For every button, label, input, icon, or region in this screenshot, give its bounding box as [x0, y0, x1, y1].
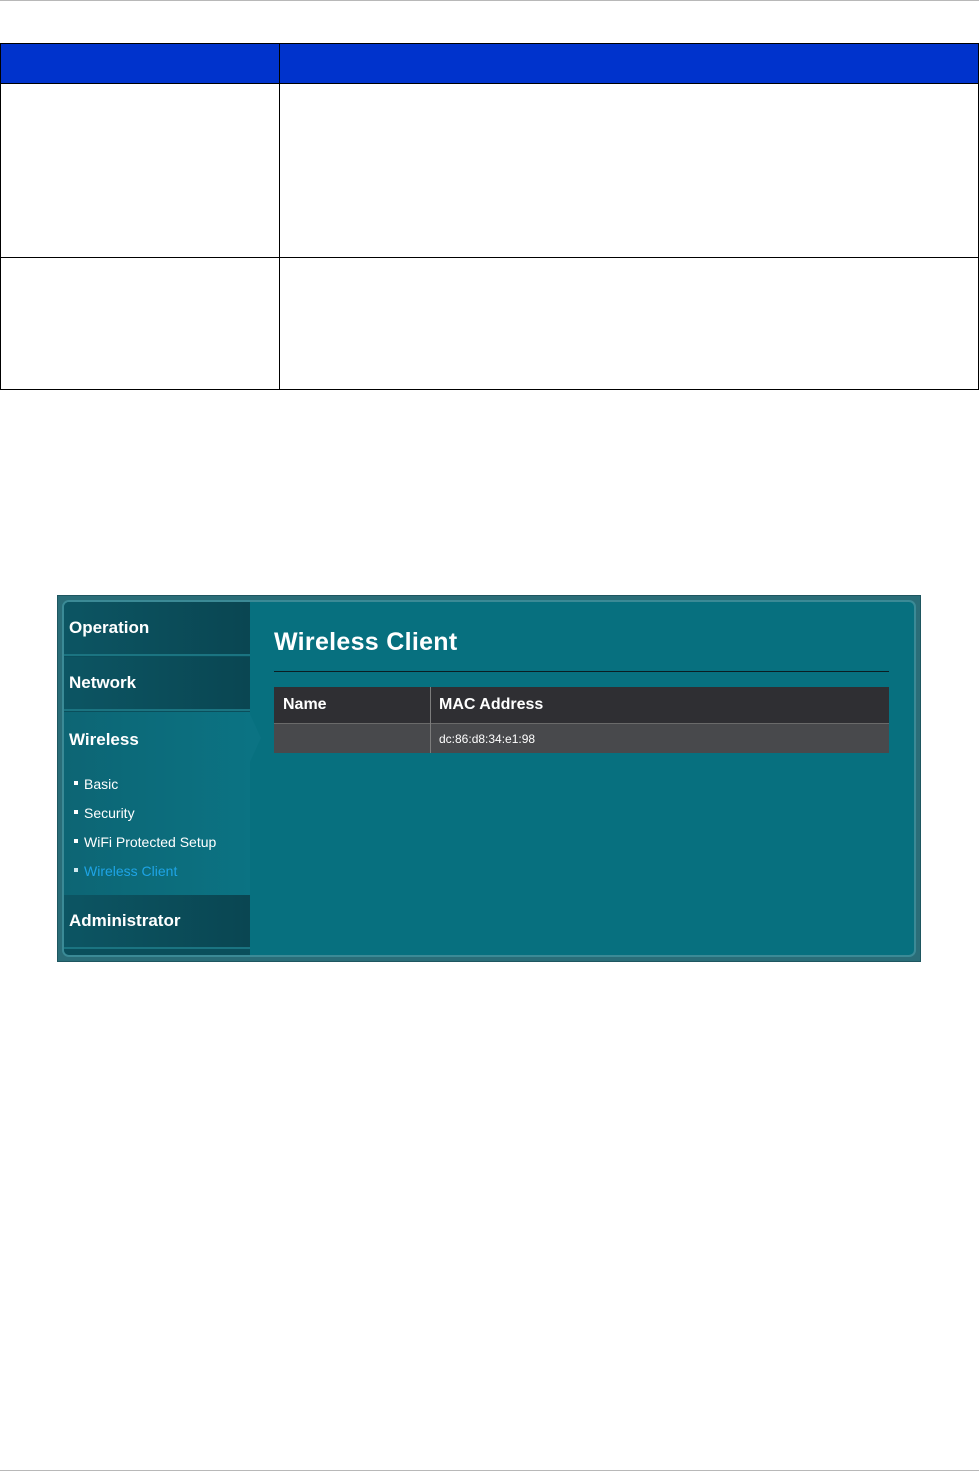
nav-wireless-security[interactable]: Security: [74, 805, 135, 821]
nav-wireless-basic[interactable]: Basic: [74, 776, 118, 792]
nav-wireless-security-label: Security: [84, 805, 135, 821]
document-table: [0, 43, 979, 390]
column-header-name: Name: [283, 696, 327, 713]
document-table-header: [1, 44, 978, 84]
nav-administrator-label: Administrator: [69, 911, 181, 930]
table-row: dc:86:d8:34:e1:98: [274, 723, 889, 753]
sidebar: Operation Network Wireless Basic Securit…: [64, 602, 250, 955]
nav-network-label: Network: [69, 673, 137, 692]
column-header-mac-address: MAC Address: [439, 696, 544, 713]
cell-mac-address: dc:86:d8:34:e1:98: [439, 732, 536, 746]
column-divider: [279, 84, 280, 389]
router-ui-panel: Operation Network Wireless Basic Securit…: [62, 600, 916, 957]
page-title: Wireless Client: [274, 628, 458, 656]
page-top-rule: [0, 0, 979, 1]
bullet-icon: [74, 839, 78, 844]
title-divider: [274, 671, 889, 672]
table-column-divider: [430, 687, 431, 753]
nav-operation-label: Operation: [69, 618, 150, 637]
wireless-client-table: Name MAC Address dc:86:d8:34:e1:98: [274, 687, 889, 753]
bullet-icon: [74, 781, 78, 786]
table-header-row: Name MAC Address: [274, 687, 889, 723]
nav-wireless-client[interactable]: Wireless Client: [74, 863, 177, 879]
nav-wireless-section: Wireless Basic Security WiFi Protected S…: [64, 712, 250, 895]
page-bottom-rule: [0, 1470, 979, 1471]
active-section-arrow-icon: [250, 714, 261, 762]
nav-wireless-wps[interactable]: WiFi Protected Setup: [74, 834, 216, 850]
row-divider: [1, 257, 978, 258]
nav-wireless-client-label: Wireless Client: [84, 863, 178, 879]
nav-wireless-wps-label: WiFi Protected Setup: [84, 834, 217, 850]
header-column-divider: [279, 44, 280, 83]
nav-wireless[interactable]: Wireless: [69, 730, 139, 750]
router-ui-screenshot: Operation Network Wireless Basic Securit…: [57, 595, 921, 962]
bullet-icon: [74, 810, 78, 815]
bullet-icon: [74, 868, 78, 873]
nav-wireless-basic-label: Basic: [84, 776, 119, 792]
nav-administrator[interactable]: Administrator: [64, 895, 250, 949]
nav-operation[interactable]: Operation: [64, 602, 250, 656]
nav-network[interactable]: Network: [64, 657, 250, 711]
